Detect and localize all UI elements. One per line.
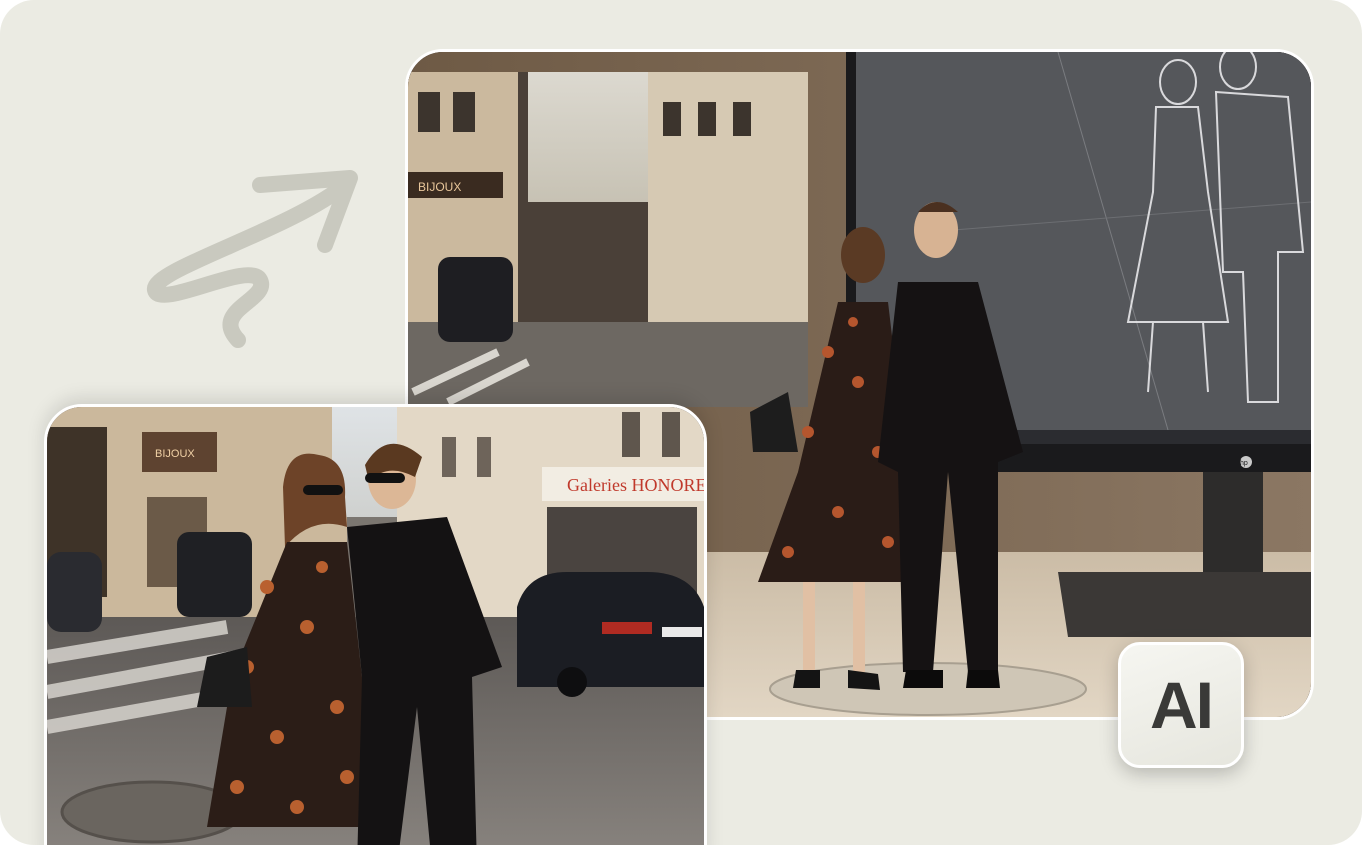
street-print: BIJOUX [408,72,808,407]
arrow-icon [147,170,358,348]
ai-badge-label: AI [1150,668,1214,742]
side-sign: BIJOUX [155,448,195,460]
storefront-sign: Galeries HONORE [567,475,704,495]
car [517,572,704,697]
storefront-sign: BIJOUX [418,180,461,194]
source-image-card: BIJOUX Galeries HONORE [44,404,707,845]
parked-car [177,532,252,617]
hero-canvas: BIJOUX hp BIJOUX Galeries HONORE AI [0,0,1362,845]
parked-car [47,552,102,632]
source-image: BIJOUX Galeries HONORE [47,407,704,845]
monitor-logo: hp [1240,460,1248,467]
ai-badge: AI [1118,642,1244,768]
